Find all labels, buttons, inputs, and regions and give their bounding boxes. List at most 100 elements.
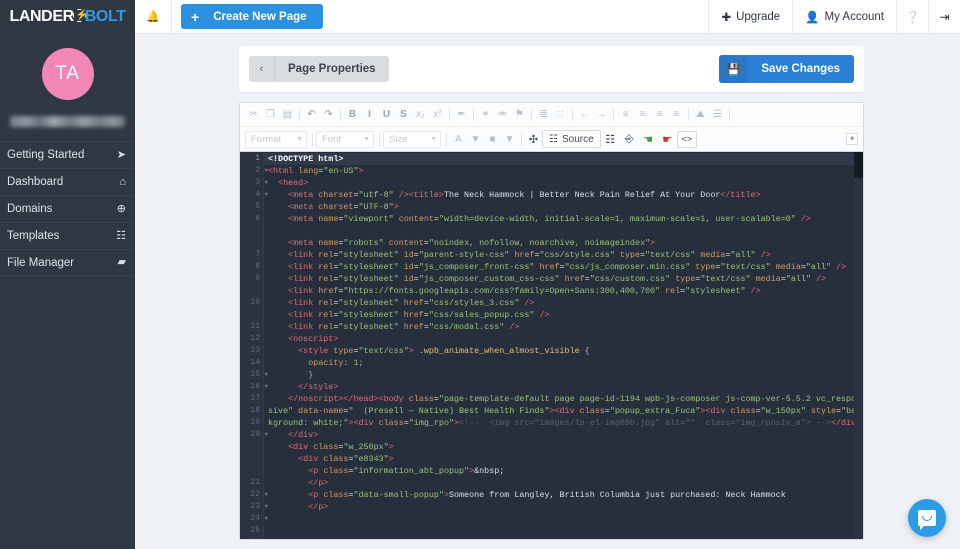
show-blocks-icon[interactable]: ☷ [601, 131, 620, 148]
sign-out-icon[interactable]: ⇥ [928, 0, 960, 33]
line-number: 10 [250, 298, 260, 307]
indent-icon[interactable]: → [593, 106, 610, 123]
chevron-down-icon: ▼ [430, 135, 437, 143]
line-number: 16 ▼ [250, 382, 268, 391]
question-circle-icon[interactable]: ❔ [896, 0, 928, 33]
line-number: 24 ▼ [250, 514, 268, 523]
remove-format-icon[interactable]: ✒ [453, 106, 470, 123]
code-line: <head> [278, 178, 309, 188]
toolbar-separator [446, 132, 447, 146]
chat-widget-button[interactable] [908, 499, 946, 537]
line-number: 20 ▼ [250, 430, 268, 439]
undo-icon[interactable]: ↶ [303, 106, 320, 123]
floppy-disk-icon: 💾 [719, 55, 748, 83]
spellcheck-icon[interactable]: ⎆ [620, 131, 639, 148]
toolbar-separator [572, 108, 573, 121]
code-line: </noscript></head><body class="page-temp… [268, 394, 862, 428]
my-account-button[interactable]: 👤 My Account [792, 0, 896, 33]
link-icon[interactable]: ⚭ [477, 106, 494, 123]
size-select[interactable]: Size ▼ [383, 130, 441, 148]
superscript-icon[interactable]: x² [429, 106, 446, 123]
strikethrough-icon[interactable]: S [395, 106, 412, 123]
avatar-container: TA [0, 34, 135, 100]
toolbar-separator [521, 132, 522, 146]
underline-icon[interactable]: U [378, 106, 395, 123]
subscript-icon[interactable]: x₂ [412, 106, 429, 123]
plus-icon: + [191, 8, 200, 25]
sidebar-item-domains[interactable]: Domains ⊕ [0, 195, 135, 222]
code-line: <meta charset="utf-8" /><title>The Neck … [288, 190, 761, 200]
folder-icon: ▰ [117, 256, 126, 268]
sidebar-item-dashboard[interactable]: Dashboard ⌂ [0, 168, 135, 195]
chevron-down-icon: ▼ [296, 135, 303, 143]
text-color-icon[interactable]: A [450, 131, 467, 148]
paste-icon[interactable]: ▤ [279, 106, 296, 123]
upgrade-button[interactable]: ✚ Upgrade [708, 0, 792, 33]
format-select[interactable]: Format ▼ [245, 130, 307, 148]
content-area: ‹ Page Properties 💾 Save Changes ✂ ❐ ▤ ↶… [135, 34, 960, 549]
line-number: 17 [250, 394, 260, 403]
code-line: <meta name="viewport" content="width=dev… [288, 214, 811, 224]
line-number-spacer [240, 441, 263, 477]
editor-scrollbar-thumb[interactable] [854, 152, 863, 178]
italic-icon[interactable]: I [361, 106, 378, 123]
numbered-list-icon[interactable]: ≣ [535, 106, 552, 123]
page-break-icon[interactable]: ☰ [709, 106, 726, 123]
cut-icon[interactable]: ✂ [245, 106, 262, 123]
maximize-icon[interactable]: ✣ [525, 131, 542, 148]
editor-scrollbar[interactable] [854, 152, 863, 539]
chevron-down-icon: ▼ [363, 135, 370, 143]
line-number: 13 [250, 346, 260, 355]
bulleted-list-icon[interactable]: ∷ [552, 106, 569, 123]
code-content[interactable]: <!DOCTYPE html> <html lang="en-US"> <hea… [264, 152, 863, 539]
align-left-icon[interactable]: ≡ [617, 106, 634, 123]
copy-icon[interactable]: ❐ [262, 106, 279, 123]
create-new-page-button[interactable]: + Create New Page [181, 4, 323, 29]
sidebar-item-templates[interactable]: Templates ☷ [0, 222, 135, 249]
sidebar-item-getting-started[interactable]: Getting Started ➤ [0, 141, 135, 168]
align-right-icon[interactable]: ≡ [651, 106, 668, 123]
line-number: 11 [250, 322, 260, 331]
main-area: 🔔 + Create New Page ✚ Upgrade 👤 My Accou… [135, 0, 960, 549]
sidebar-item-file-manager[interactable]: File Manager ▰ [0, 249, 135, 276]
font-select-label: Font [322, 133, 342, 145]
line-number: 19 [250, 418, 260, 427]
font-select[interactable]: Font ▼ [316, 130, 374, 148]
line-number: 9 [255, 274, 260, 283]
app-logo[interactable]: LANDER ⚡ BOLT [0, 0, 135, 34]
toolbar-separator [299, 108, 300, 121]
save-changes-button[interactable]: 💾 Save Changes [719, 55, 854, 83]
redo-icon[interactable]: ↷ [320, 106, 337, 123]
outdent-icon[interactable]: ← [576, 106, 593, 123]
anchor-icon[interactable]: ⚑ [511, 106, 528, 123]
source-button[interactable]: ☷ Source [542, 130, 601, 148]
code-line: opacity: 1; [308, 358, 364, 368]
align-center-icon[interactable]: ≡ [634, 106, 651, 123]
bolt-logo-icon: ⚡ [73, 9, 88, 22]
code-line: </style> [298, 382, 339, 392]
image-icon[interactable]: ⛰ [692, 106, 709, 123]
editor-card: ✂ ❐ ▤ ↶ ↷ B I U S x₂ x² ✒ ⚭ ⚮ ⚑ ≣ ∷ ← → … [239, 102, 864, 540]
background-color-icon[interactable]: ■ [484, 131, 501, 148]
code-line: <div class="w_250px"> [288, 442, 394, 452]
text-color-chevron-icon[interactable]: ▼ [467, 131, 484, 148]
code-line: <link rel="stylesheet" id="js_composer_f… [288, 262, 847, 272]
page-properties-group: ‹ Page Properties [249, 56, 389, 82]
clear-format-icon[interactable]: ☛ [658, 131, 677, 148]
size-select-label: Size [389, 133, 408, 145]
code-button[interactable]: <> [676, 130, 698, 148]
templates-icon[interactable]: ☚ [639, 131, 658, 148]
page-title: Page Properties [288, 63, 376, 75]
bold-icon[interactable]: B [344, 106, 361, 123]
unlink-icon[interactable]: ⚮ [494, 106, 511, 123]
background-color-chevron-icon[interactable]: ▼ [501, 131, 518, 148]
line-number: 4 ▼ [255, 190, 268, 199]
bell-icon[interactable]: 🔔 [135, 0, 172, 33]
back-button[interactable]: ‹ [249, 56, 275, 82]
collapse-toolbar-icon[interactable]: ■ [846, 133, 858, 145]
avatar[interactable]: TA [41, 48, 94, 100]
source-code-editor[interactable]: 1 2 ▼ 3 ▼ 4 ▼ 5 6 7 8 9 10 11 12 13 14 1… [240, 152, 863, 539]
sidebar-nav: Getting Started ➤ Dashboard ⌂ Domains ⊕ … [0, 141, 135, 276]
align-justify-icon[interactable]: ≡ [668, 106, 685, 123]
